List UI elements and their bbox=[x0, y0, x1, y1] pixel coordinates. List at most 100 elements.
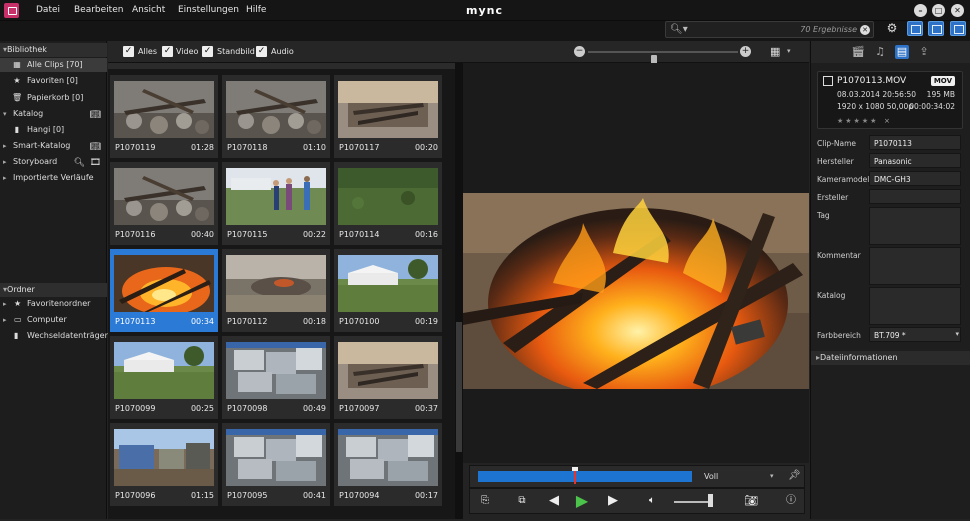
add-smart-catalog-icon[interactable]: 📖︎ bbox=[90, 140, 101, 154]
music-note-icon[interactable]: ♫ bbox=[873, 45, 887, 59]
clip-tile[interactable]: P1070114 00:16 bbox=[334, 162, 442, 245]
filter-video-checkbox[interactable]: ✓ bbox=[162, 46, 173, 57]
minimize-icon[interactable]: – bbox=[914, 4, 927, 17]
zoom-in-icon[interactable]: + bbox=[740, 46, 751, 57]
metadata-value-field[interactable] bbox=[869, 287, 961, 325]
clear-search-icon[interactable]: ✕ bbox=[860, 25, 870, 35]
file-info-section[interactable]: Dateiinformationen bbox=[811, 351, 970, 365]
volume-icon[interactable]: 🔈︎ bbox=[643, 492, 661, 510]
sidebar-item-hangi[interactable]: ▮ Hangi [0] bbox=[0, 123, 107, 137]
metadata-value-field[interactable]: P1070113 bbox=[869, 135, 961, 150]
import-icon[interactable]: ⎘ bbox=[476, 492, 494, 510]
clip-tile[interactable]: P1070112 00:18 bbox=[222, 249, 330, 332]
menu-bearbeiten[interactable]: Bearbeiten bbox=[74, 5, 123, 15]
search-input[interactable]: 🔍︎▾ 70 Ergebnisse ✕ bbox=[665, 21, 874, 38]
clip-tile[interactable]: P1070115 00:22 bbox=[222, 162, 330, 245]
add-catalog-icon[interactable]: 📖︎ bbox=[90, 108, 101, 122]
export-clip-icon[interactable]: ⧉ bbox=[513, 492, 531, 510]
sidebar-item-favorite-folders[interactable]: ▸ Favoritenordner ★ bbox=[0, 297, 107, 311]
view-dropdown-icon[interactable]: ▾ bbox=[787, 47, 791, 55]
clip-tile[interactable]: P1070095 00:41 bbox=[222, 423, 330, 506]
camera-snapshot-icon[interactable]: 📷︎ bbox=[742, 492, 760, 510]
clip-tile[interactable]: P1070119 01:28 bbox=[110, 75, 218, 158]
section-storyboard[interactable]: ▸ Storyboard 🔍︎ 🎞︎ bbox=[0, 155, 107, 169]
menu-einstellungen[interactable]: Einstellungen bbox=[178, 5, 239, 15]
metadata-tab-icon[interactable]: ▤ bbox=[895, 45, 909, 59]
clip-thumbnail bbox=[338, 342, 438, 399]
section-smart-katalog[interactable]: ▸ Smart-Katalog 📖︎ bbox=[0, 139, 107, 153]
section-import-history[interactable]: ▸ Importierte Verläufe bbox=[0, 171, 107, 185]
clip-tile[interactable]: P1070116 00:40 bbox=[110, 162, 218, 245]
library-header[interactable]: Bibliothek bbox=[0, 43, 107, 57]
menu-hilfe[interactable]: Hilfe bbox=[246, 5, 266, 15]
grid-scrollbar-thumb[interactable] bbox=[456, 322, 462, 452]
next-frame-icon[interactable]: ▶ bbox=[604, 492, 622, 510]
sidebar-item-label: Hangi [0] bbox=[27, 125, 65, 134]
playhead[interactable] bbox=[572, 467, 578, 484]
search-icon[interactable]: 🔍︎▾ bbox=[670, 24, 688, 35]
clapper-icon[interactable]: 🎬︎ bbox=[851, 45, 865, 59]
expand-arrow-icon: ▸ bbox=[3, 158, 7, 166]
maximize-icon[interactable]: □ bbox=[932, 4, 945, 17]
play-icon[interactable]: ▶ bbox=[573, 492, 591, 510]
chevron-down-icon[interactable]: ▾ bbox=[955, 330, 959, 338]
grid-scrollbar[interactable] bbox=[455, 63, 463, 519]
section-katalog[interactable]: ▾ Katalog 📖︎ bbox=[0, 107, 107, 121]
clip-duration: 00:41 bbox=[302, 491, 326, 500]
clip-tile[interactable]: P1070118 01:10 bbox=[222, 75, 330, 158]
pin-icon[interactable]: 📌︎ bbox=[788, 470, 801, 481]
metadata-value-field[interactable]: BT.709 * bbox=[869, 327, 961, 342]
clip-tile[interactable]: P1070096 01:15 bbox=[110, 423, 218, 506]
gear-icon[interactable]: ⚙ bbox=[884, 21, 900, 36]
clip-tile[interactable]: P1070100 00:19 bbox=[334, 249, 442, 332]
sidebar-item-trash[interactable]: 🗑︎ Papierkorb [0] bbox=[0, 91, 107, 105]
layout-list-icon[interactable] bbox=[907, 21, 923, 36]
folder-header[interactable]: Ordner bbox=[0, 283, 107, 297]
sidebar-item-computer[interactable]: ▸ Computer ▭ bbox=[0, 313, 107, 327]
clip-tile[interactable]: P1070099 00:25 bbox=[110, 336, 218, 419]
menu-datei[interactable]: Datei bbox=[36, 5, 60, 15]
video-preview[interactable] bbox=[463, 193, 809, 389]
info-icon[interactable]: ⓘ bbox=[782, 492, 800, 510]
share-icon[interactable]: ⇪ bbox=[917, 45, 931, 59]
grid-view-icon[interactable]: ▦ bbox=[770, 46, 781, 57]
search-storyboard-icon[interactable]: 🔍︎ bbox=[74, 156, 85, 170]
layout-detail-icon[interactable] bbox=[950, 21, 966, 36]
clip-duration: 00:49 bbox=[302, 404, 326, 413]
clip-name: P1070119 bbox=[115, 143, 156, 152]
sidebar-item-all-clips[interactable]: ▦ Alle Clips [70] bbox=[0, 58, 107, 72]
add-storyboard-icon[interactable]: 🎞︎ bbox=[90, 156, 101, 170]
clip-tile[interactable]: P1070097 00:37 bbox=[334, 336, 442, 419]
sidebar-item-label: Papierkorb [0] bbox=[27, 93, 84, 102]
fire-frame bbox=[463, 193, 809, 389]
metadata-value-field[interactable] bbox=[869, 189, 961, 204]
metadata-value-field[interactable] bbox=[869, 247, 961, 285]
clip-tile[interactable]: P1070098 00:49 bbox=[222, 336, 330, 419]
app-logo-icon[interactable] bbox=[4, 3, 19, 18]
volume-slider[interactable] bbox=[674, 501, 710, 503]
clip-tile[interactable]: P1070094 00:17 bbox=[334, 423, 442, 506]
rating-stars[interactable]: ★★★★★ bbox=[837, 117, 878, 125]
volume-slider-thumb[interactable] bbox=[708, 494, 713, 507]
sidebar-item-removable-drive[interactable]: Wechseldatenträger ▮ bbox=[0, 329, 108, 343]
metadata-value-field[interactable]: Panasonic bbox=[869, 153, 961, 168]
chevron-down-icon[interactable]: ▾ bbox=[770, 472, 774, 480]
filter-all-checkbox[interactable]: ✓ bbox=[123, 46, 134, 57]
zoom-slider[interactable] bbox=[588, 51, 738, 68]
clip-tile[interactable]: P1070113 00:34 bbox=[110, 249, 218, 332]
layout-split-icon[interactable] bbox=[928, 21, 944, 36]
zoom-out-icon[interactable]: − bbox=[574, 46, 585, 57]
filter-still-checkbox[interactable]: ✓ bbox=[202, 46, 213, 57]
menu-ansicht[interactable]: Ansicht bbox=[132, 5, 165, 15]
previous-frame-icon[interactable]: ◀ bbox=[545, 492, 563, 510]
metadata-value-field[interactable] bbox=[869, 207, 961, 245]
clear-rating-icon[interactable]: × bbox=[884, 117, 890, 125]
filter-audio-checkbox[interactable]: ✓ bbox=[256, 46, 267, 57]
clip-tile[interactable]: P1070117 00:20 bbox=[334, 75, 442, 158]
timeline-mode-select[interactable]: Voll bbox=[704, 472, 718, 481]
sidebar-item-favorites[interactable]: ★ Favoriten [0] bbox=[0, 74, 107, 88]
timeline-track[interactable] bbox=[478, 471, 692, 482]
metadata-value-field[interactable]: DMC-GH3 bbox=[869, 171, 961, 186]
sidebar-item-label: Wechseldatenträger bbox=[27, 331, 108, 340]
close-icon[interactable]: ✕ bbox=[951, 4, 964, 17]
